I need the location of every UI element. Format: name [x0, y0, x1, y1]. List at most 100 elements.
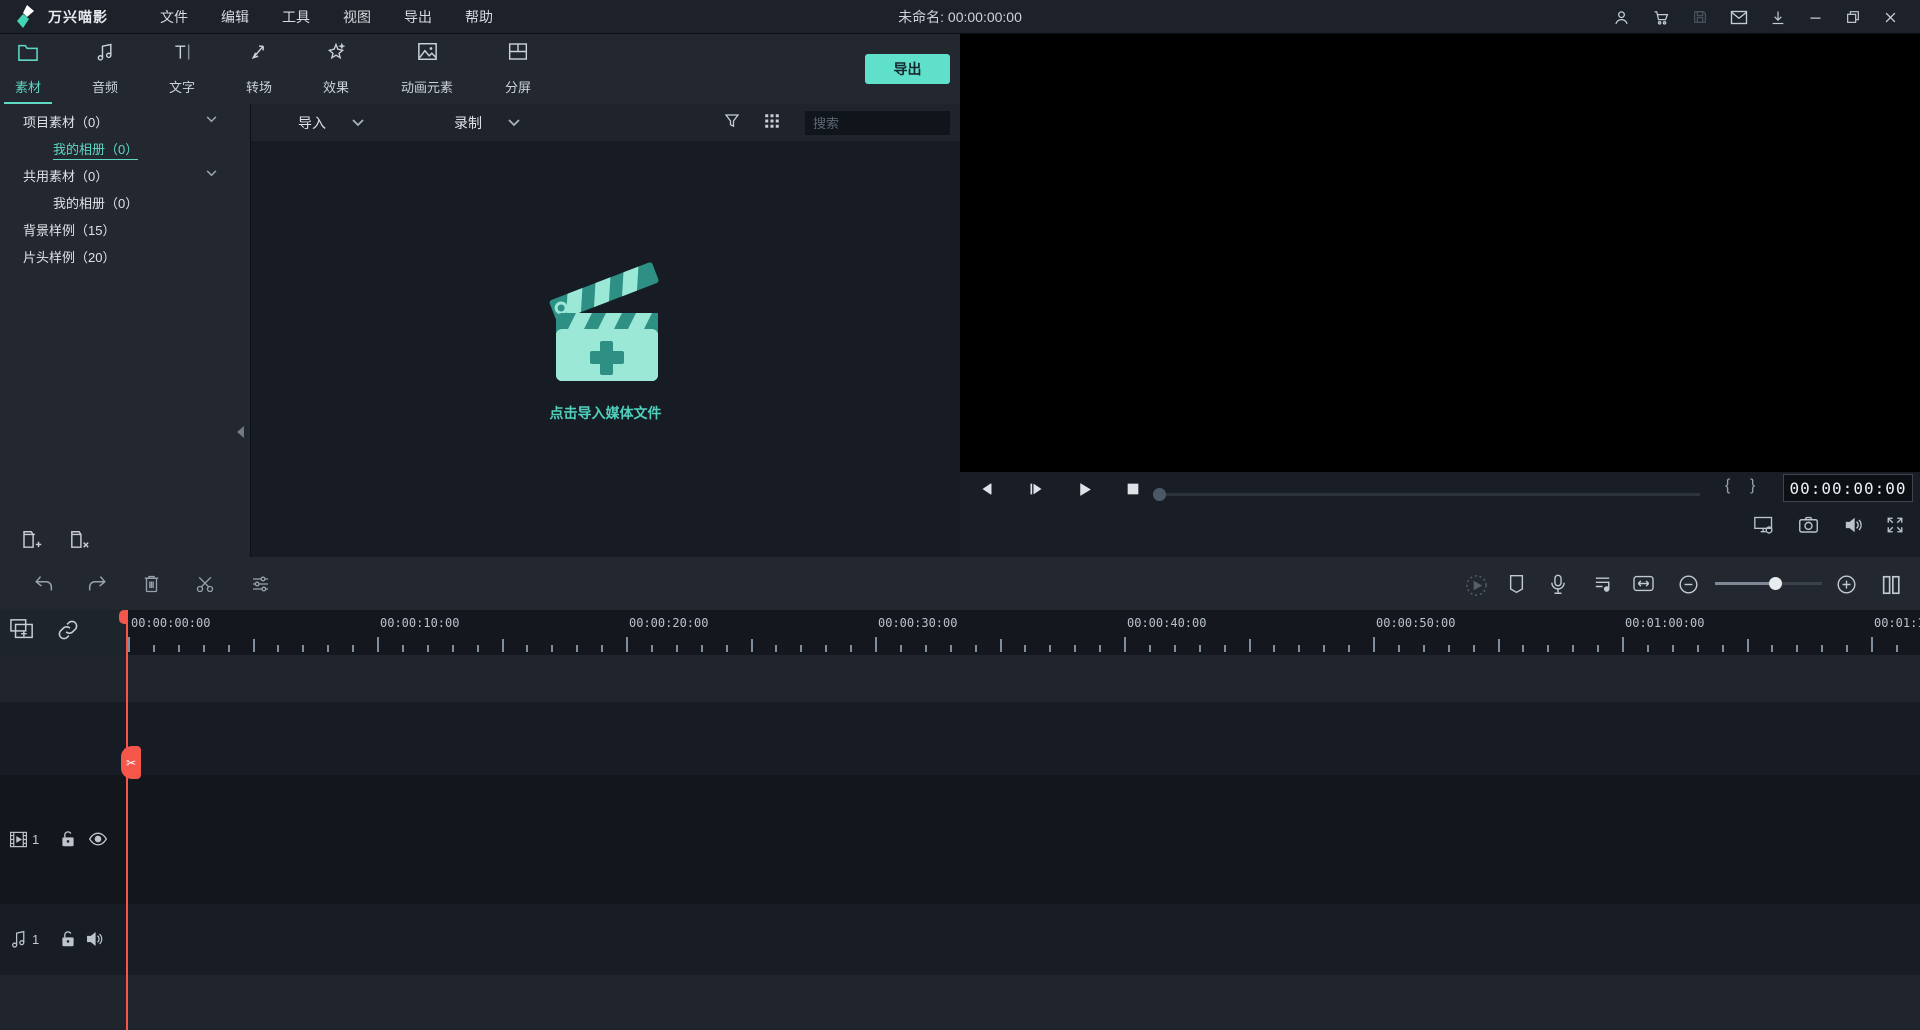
fit-timeline-icon[interactable]	[1632, 574, 1655, 593]
adjust-icon[interactable]	[250, 574, 271, 594]
tab-media[interactable]: 素材	[4, 42, 52, 105]
ruler-tick	[1497, 639, 1500, 652]
ruler-tick	[1522, 645, 1525, 652]
ribbon-tab-bar: 素材 音频 文字 转场 效果 动画元素 分屏 导出	[0, 34, 960, 105]
undo-icon[interactable]	[33, 574, 55, 593]
timeline-ruler[interactable]: 00:00:00:00 00:00:10:00 00:00:20:00 00:00:3…	[127, 610, 1920, 655]
tab-audio[interactable]: 音频	[81, 42, 129, 100]
lock-icon[interactable]	[60, 930, 76, 948]
sidebar-item-project-media[interactable]: 项目素材（0）	[0, 109, 250, 136]
save-icon[interactable]	[1692, 9, 1708, 25]
trash-icon[interactable]	[142, 574, 161, 594]
ruler-tick	[377, 637, 379, 652]
snapshot-camera-icon[interactable]	[1798, 516, 1819, 534]
seek-handle[interactable]	[1153, 488, 1166, 501]
app-name: 万兴喵影	[48, 8, 108, 25]
menu-file[interactable]: 文件	[154, 7, 194, 27]
link-icon[interactable]	[57, 619, 79, 641]
mail-icon[interactable]	[1730, 10, 1748, 25]
audio-track-lane[interactable]	[0, 904, 1920, 975]
film-track-icon[interactable]	[9, 830, 28, 849]
current-timecode: 00:00:00:00	[1783, 474, 1913, 502]
zoom-slider-handle[interactable]	[1769, 577, 1782, 590]
transition-icon	[251, 45, 264, 60]
seek-bar[interactable]	[1153, 488, 1700, 501]
delete-folder-icon[interactable]	[68, 529, 92, 549]
display-settings-icon[interactable]	[1753, 515, 1775, 535]
ruler-label: 00:00:10:00	[380, 616, 460, 630]
voiceover-mic-icon[interactable]	[1550, 574, 1566, 595]
eye-icon[interactable]	[88, 831, 108, 847]
video-track-lane[interactable]	[0, 775, 1920, 904]
title-bar: 万兴喵影 文件 编辑 工具 视图 导出 帮助 未命名: 00:00:00:00	[0, 0, 1920, 34]
cart-icon[interactable]	[1652, 9, 1670, 26]
add-folder-icon[interactable]	[22, 529, 46, 549]
ruler-label: 00:00:40:00	[1127, 616, 1207, 630]
track-manager-icon[interactable]	[1880, 574, 1902, 596]
menu-view[interactable]: 视图	[337, 7, 377, 27]
chevron-down-icon[interactable]	[352, 118, 364, 127]
menu-tools[interactable]: 工具	[276, 7, 316, 27]
filter-icon[interactable]	[723, 112, 741, 130]
sidebar-item-background-samples[interactable]: 背景样例（15）	[0, 217, 250, 244]
playhead-scissors-handle[interactable]: ✂	[121, 746, 141, 779]
next-frame-icon[interactable]	[1027, 481, 1044, 497]
mark-in-icon[interactable]: {	[1725, 477, 1730, 495]
sidebar-item-intro-samples[interactable]: 片头样例（20）	[0, 244, 250, 271]
grid-view-icon[interactable]	[763, 112, 781, 130]
playhead-flag[interactable]	[119, 610, 128, 624]
minimize-icon[interactable]	[1808, 10, 1823, 25]
lock-icon[interactable]	[60, 830, 76, 848]
import-button[interactable]: 导入	[298, 113, 326, 133]
redo-icon[interactable]	[86, 574, 108, 593]
user-icon[interactable]	[1613, 9, 1630, 26]
sidebar-item-shared-media[interactable]: 共用素材（0）	[0, 163, 250, 190]
zoom-in-icon[interactable]	[1836, 574, 1857, 595]
chevron-down-icon[interactable]	[508, 118, 520, 127]
speaker-icon[interactable]	[86, 931, 104, 947]
ruler-tick	[1796, 645, 1799, 652]
add-to-track-icon[interactable]	[9, 618, 35, 642]
sidebar-folder-actions	[0, 529, 92, 549]
prev-frame-icon[interactable]	[978, 481, 995, 497]
timeline-empty-row[interactable]	[0, 702, 1920, 775]
ruler-tick	[725, 645, 728, 652]
import-media-dropzone[interactable]: 点击导入媒体文件	[251, 141, 960, 557]
sidebar-item-my-album[interactable]: 我的相册（0）	[0, 136, 250, 163]
zoom-out-icon[interactable]	[1678, 574, 1699, 595]
restore-icon[interactable]	[1845, 9, 1861, 25]
scissors-icon[interactable]	[195, 574, 215, 594]
record-button[interactable]: 录制	[454, 113, 482, 133]
ruler-tick	[1373, 637, 1375, 652]
ruler-tick	[401, 645, 404, 652]
tab-effects[interactable]: 效果	[312, 42, 360, 100]
play-icon[interactable]	[1076, 481, 1093, 498]
fullscreen-icon[interactable]	[1886, 516, 1904, 534]
render-preview-icon[interactable]	[1465, 574, 1488, 597]
marker-icon[interactable]	[1508, 574, 1525, 594]
mark-out-icon[interactable]: }	[1750, 477, 1755, 495]
stop-icon[interactable]	[1125, 481, 1141, 497]
audio-mixer-icon[interactable]	[1592, 574, 1613, 594]
close-icon[interactable]	[1883, 10, 1898, 25]
media-toolbar: 导入 录制	[251, 104, 1004, 141]
menu-edit[interactable]: 编辑	[215, 7, 255, 27]
search-box	[805, 111, 1004, 135]
audio-track-icon[interactable]	[11, 930, 27, 949]
ruler-tick	[601, 645, 604, 652]
menu-help[interactable]: 帮助	[459, 7, 499, 27]
tab-transition[interactable]: 转场	[235, 42, 283, 100]
timeline-zoom-slider[interactable]	[1715, 577, 1822, 590]
timeline-playhead[interactable]: ✂	[119, 610, 141, 1030]
export-button[interactable]: 导出	[865, 54, 950, 84]
menu-export[interactable]: 导出	[398, 7, 438, 27]
ruler-tick	[252, 639, 255, 652]
sidebar-item-my-album-2[interactable]: 我的相册（0）	[0, 190, 250, 217]
tab-text[interactable]: 文字	[158, 42, 206, 100]
tab-elements[interactable]: 动画元素	[389, 42, 465, 100]
tab-splitscreen[interactable]: 分屏	[494, 42, 542, 100]
download-icon[interactable]	[1770, 9, 1786, 26]
timeline-spacer-row	[0, 655, 1920, 702]
volume-icon[interactable]	[1844, 516, 1864, 534]
sidebar-collapse-handle[interactable]	[237, 426, 244, 438]
